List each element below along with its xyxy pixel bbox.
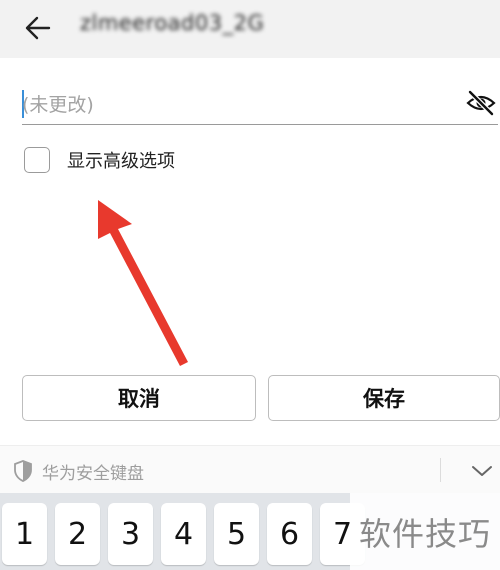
key-4[interactable]: 4 — [161, 503, 206, 565]
password-placeholder: (未更改) — [22, 94, 94, 116]
advanced-options-checkbox[interactable] — [24, 147, 50, 173]
eye-hidden-icon — [466, 90, 496, 116]
cancel-button[interactable]: 取消 — [22, 375, 256, 421]
back-button[interactable] — [18, 8, 58, 48]
key-6[interactable]: 6 — [267, 503, 312, 565]
key-2[interactable]: 2 — [55, 503, 100, 565]
annotation-arrow-shape — [98, 200, 188, 366]
chevron-down-icon — [472, 466, 492, 476]
collapse-keyboard-button[interactable] — [465, 456, 499, 486]
key-5[interactable]: 5 — [214, 503, 259, 565]
advanced-options-label: 显示高级选项 — [67, 151, 175, 172]
show-advanced-options[interactable]: 显示高级选项 — [24, 144, 175, 176]
toolbar-divider — [440, 458, 441, 482]
save-button[interactable]: 保存 — [268, 375, 500, 421]
back-arrow-icon — [25, 16, 51, 40]
key-3[interactable]: 3 — [108, 503, 153, 565]
keyboard-title: 华为安全键盘 — [42, 464, 144, 484]
key-1[interactable]: 1 — [2, 503, 47, 565]
keyboard-toolbar: 华为安全键盘 — [0, 445, 500, 494]
network-name: zlmeeroad03_2G — [80, 11, 265, 35]
toggle-password-visibility-button[interactable] — [464, 86, 498, 120]
watermark: 软件技巧 — [350, 493, 500, 570]
top-bar: zlmeeroad03_2G — [0, 0, 500, 58]
password-input[interactable]: (未更改) — [22, 84, 498, 125]
shield-icon — [14, 460, 32, 482]
